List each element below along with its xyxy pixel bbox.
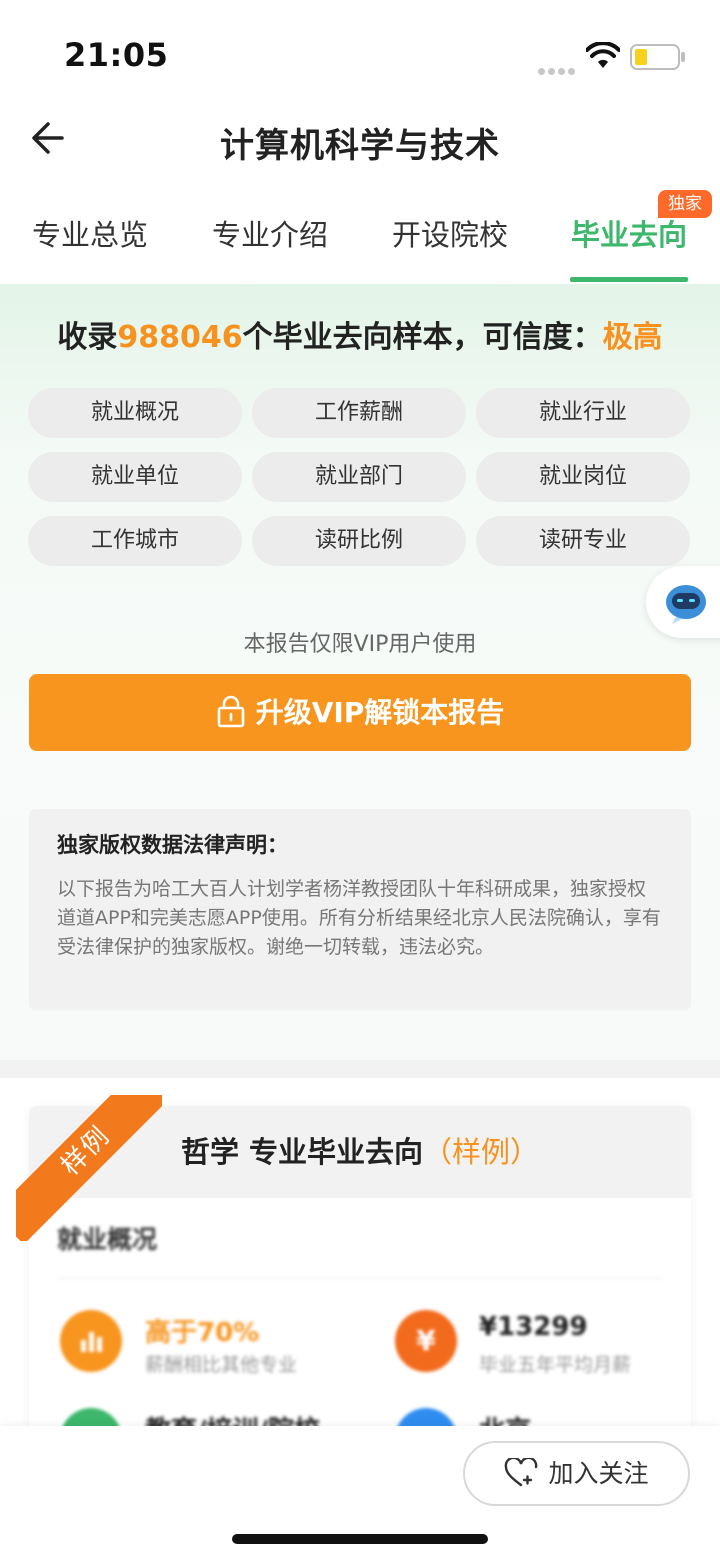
lock-icon [217,695,244,728]
sample-summary: 收录988046个毕业去向样本，可信度：极高 [0,312,720,356]
tab-schools[interactable]: 开设院校 [390,212,510,272]
tab-label: 开设院校 [391,218,508,252]
bar-chart-icon [60,1310,122,1372]
tab-label: 专业总览 [31,218,148,252]
sample-report-card: 哲学 专业毕业去向（样例） 就业概况 高于70% 薪酬相比其他专业 ¥ ¥132… [29,1106,691,1436]
chip-city[interactable]: 工作城市 [28,516,242,566]
bottom-bar: 加入关注 [0,1426,720,1559]
tab-active-indicator [570,277,688,282]
stat-value: 高于70% [145,1318,260,1348]
stat-caption: 毕业五年平均月薪 [479,1354,632,1376]
legal-title: 独家版权数据法律声明： [57,833,288,857]
home-indicator [232,1534,488,1544]
upgrade-vip-button[interactable]: 升级VIP解锁本报告 [29,674,691,751]
chip-department[interactable]: 就业部门 [252,452,466,502]
stat-caption: 薪酬相比其他专业 [145,1354,298,1376]
chip-salary[interactable]: 工作薪酬 [252,388,466,438]
sample-title: 哲学 专业毕业去向 [180,1135,424,1169]
upgrade-vip-label: 升级VIP解锁本报告 [255,696,505,729]
page-title: 计算机科学与技术 [220,126,500,166]
sample-report-section: 哲学 专业毕业去向（样例） 就业概况 高于70% 薪酬相比其他专业 ¥ ¥132… [0,1078,720,1436]
yen-icon: ¥ [395,1310,457,1372]
sample-card-header: 哲学 专业毕业去向（样例） [29,1106,691,1198]
tab-overview[interactable]: 专业总览 [30,212,150,272]
tab-intro[interactable]: 专业介绍 [210,212,330,272]
legal-body: 以下报告为哈工大百人计划学者杨洋教授团队十年科研成果，独家授权道道APP和完美志… [57,878,661,958]
chip-grad-study-ratio[interactable]: 读研比例 [252,516,466,566]
chip-position[interactable]: 就业岗位 [476,452,690,502]
heart-plus-icon [505,1458,538,1487]
chip-employer[interactable]: 就业单位 [28,452,242,502]
chip-industry[interactable]: 就业行业 [476,388,690,438]
report-locked-section: 收录988046个毕业去向样本，可信度：极高 就业概况 工作薪酬 就业行业 就业… [0,284,720,1060]
nav-bar: 计算机科学与技术 [0,100,720,180]
status-time: 21:05 [64,36,169,74]
credibility-level: 极高 [602,320,663,355]
follow-button[interactable]: 加入关注 [463,1441,690,1506]
stat-value: ¥13299 [479,1312,588,1342]
exclusive-badge: 独家 [658,190,712,218]
tab-label: 专业介绍 [211,218,328,252]
vip-only-note: 本报告仅限VIP用户使用 [243,632,477,657]
section-divider [0,1060,720,1078]
battery-icon [630,44,685,70]
tab-bar: 专业总览 专业介绍 开设院校 毕业去向 独家 [0,180,720,284]
divider [57,1278,663,1279]
status-bar: 21:05 [0,0,720,100]
summary-prefix: 收录 [57,320,118,355]
wifi-icon [586,42,620,68]
tab-label: 毕业去向 [570,218,687,252]
sample-count: 988046 [117,320,243,355]
signal-dots-icon [538,60,578,75]
tab-graduate-destination[interactable]: 毕业去向 [570,212,688,282]
chip-grad-study-major[interactable]: 读研专业 [476,516,690,566]
summary-middle: 个毕业去向样本，可信度： [242,320,603,355]
follow-label: 加入关注 [548,1459,649,1488]
legal-notice: 独家版权数据法律声明： 以下报告为哈工大百人计划学者杨洋教授团队十年科研成果，独… [29,809,691,1010]
sample-title-highlight: （样例） [423,1135,540,1169]
chip-employment-overview[interactable]: 就业概况 [28,388,242,438]
employment-overview-title: 就业概况 [57,1225,158,1254]
